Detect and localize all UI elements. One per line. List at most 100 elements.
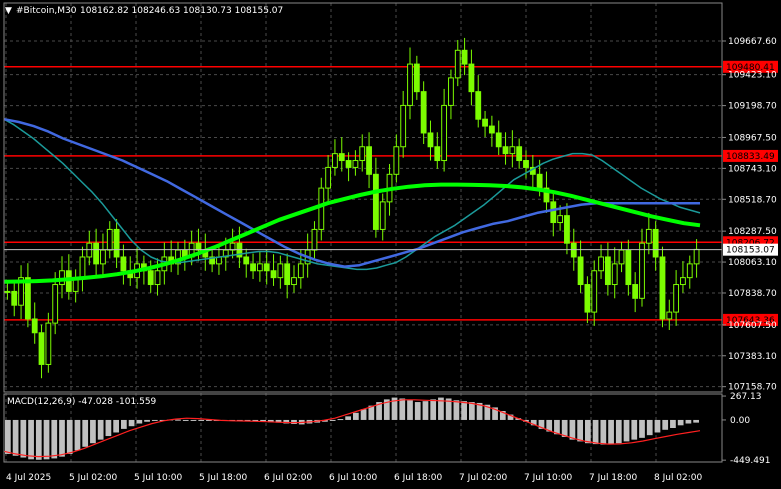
macd-histogram-bar xyxy=(345,416,351,420)
time-tick-label: 6 Jul 10:00 xyxy=(329,473,378,483)
macd-histogram-bar xyxy=(646,419,653,436)
macd-histogram-bar xyxy=(43,419,50,460)
chart-header: ▼ #Bitcoin,M30 108162.82 108246.63 10813… xyxy=(5,6,283,16)
candle-body xyxy=(441,104,448,162)
macd-histogram-bar xyxy=(623,419,630,442)
time-tick-label: 7 Jul 02:00 xyxy=(459,473,508,483)
macd-histogram-bar xyxy=(453,400,460,420)
macd-histogram-bar xyxy=(28,419,34,460)
candle-body xyxy=(24,277,31,320)
candle-body xyxy=(488,125,495,134)
candle-body xyxy=(325,166,332,189)
macd-histogram-bar xyxy=(59,419,65,457)
price-chart[interactable]: 109480.41108833.49108206.72107643.36 108… xyxy=(0,0,781,489)
candle-body xyxy=(454,49,461,79)
candle-body xyxy=(147,270,154,286)
time-tick-label: 8 Jul 02:00 xyxy=(654,473,703,483)
macd-histogram-bar xyxy=(608,419,614,445)
candle-body xyxy=(31,318,38,334)
candle-body xyxy=(359,146,366,162)
time-tick-label: 6 Jul 02:00 xyxy=(264,473,313,483)
macd-histogram-bar xyxy=(422,401,429,420)
price-tick-label: 108967.50 xyxy=(728,133,777,143)
price-tick-label: 107158.70 xyxy=(728,383,777,393)
candle-body xyxy=(366,146,372,175)
candle-body xyxy=(311,228,318,251)
macd-histogram-bar xyxy=(360,409,367,420)
candle-body xyxy=(113,228,120,258)
candle-body xyxy=(448,77,454,106)
candle-body xyxy=(591,270,598,313)
macd-histogram-bar xyxy=(190,419,197,421)
candle-body xyxy=(652,228,659,258)
candle-body xyxy=(604,256,611,286)
macd-histogram-bar xyxy=(337,419,344,421)
macd-histogram-bar xyxy=(461,401,467,420)
candle-body xyxy=(345,160,352,168)
time-tick-label: 6 Jul 18:00 xyxy=(394,473,443,483)
macd-histogram-bar xyxy=(353,412,359,420)
candle-body xyxy=(4,290,11,293)
time-tick-label: 7 Jul 18:00 xyxy=(589,473,638,483)
candle-body xyxy=(297,263,304,279)
candle-body xyxy=(195,242,202,251)
candle-body xyxy=(45,322,52,365)
candle-body xyxy=(434,146,441,162)
candle-body xyxy=(263,263,270,272)
macd-histogram-bar xyxy=(82,419,89,447)
macd-histogram-bar xyxy=(66,419,73,454)
candle-body xyxy=(427,132,434,148)
macd-histogram-bar xyxy=(151,419,158,421)
macd-histogram-bar xyxy=(569,419,576,440)
candle-body xyxy=(352,160,359,168)
candle-body xyxy=(393,146,400,175)
time-tick-label: 5 Jul 18:00 xyxy=(199,473,248,483)
candle-body xyxy=(686,263,693,279)
price-tick-label: 109667.60 xyxy=(728,37,777,47)
price-tick-label: 107607.50 xyxy=(728,321,777,331)
macd-histogram-bar xyxy=(136,419,143,424)
price-tick-label: 107838.70 xyxy=(728,289,777,299)
candle-body xyxy=(680,277,686,286)
candle-body xyxy=(400,104,407,148)
price-tick-label: 107383.10 xyxy=(728,352,777,362)
macd-histogram-bar xyxy=(693,419,699,423)
macd-histogram-bar xyxy=(121,419,127,429)
candle-body xyxy=(93,242,100,265)
candle-body xyxy=(495,132,502,148)
candle-body xyxy=(618,249,625,265)
candle-body xyxy=(413,63,420,93)
candle-body xyxy=(407,63,413,106)
macd-histogram-bar xyxy=(175,419,181,421)
macd-histogram-bar xyxy=(561,419,568,437)
macd-histogram-bar xyxy=(662,419,669,430)
macd-histogram-bar xyxy=(74,419,81,451)
symbol-arrow-icon: ▼ xyxy=(5,6,12,16)
candle-body xyxy=(120,256,127,272)
macd-histogram-bar xyxy=(577,419,583,442)
macd-histogram-bar xyxy=(677,419,684,426)
macd-histogram-bar xyxy=(469,402,475,420)
macd-histogram-bar xyxy=(128,419,135,427)
price-tick-label: 108743.10 xyxy=(728,164,777,174)
macd-histogram-bar xyxy=(592,419,599,445)
macd-histogram-bar xyxy=(198,419,205,421)
macd-histogram-bar xyxy=(97,419,104,440)
macd-histogram-bar xyxy=(113,419,119,433)
candle-body xyxy=(256,263,263,272)
candle-body xyxy=(79,256,86,279)
candle-body xyxy=(557,215,564,224)
candle-body xyxy=(482,118,488,127)
level-label: 108833.49 xyxy=(726,152,775,162)
candle-body xyxy=(338,153,345,162)
candle-body xyxy=(516,146,523,162)
candle-body xyxy=(270,270,277,279)
candle-body xyxy=(154,270,161,286)
macd-histogram-bar xyxy=(654,419,661,433)
macd-histogram-bar xyxy=(631,419,638,440)
candle-body xyxy=(379,201,386,230)
macd-histogram-bar xyxy=(685,419,692,424)
time-tick-label: 4 Jul 2025 xyxy=(6,473,51,483)
macd-histogram-bar xyxy=(20,419,27,458)
candle-body xyxy=(509,146,516,155)
